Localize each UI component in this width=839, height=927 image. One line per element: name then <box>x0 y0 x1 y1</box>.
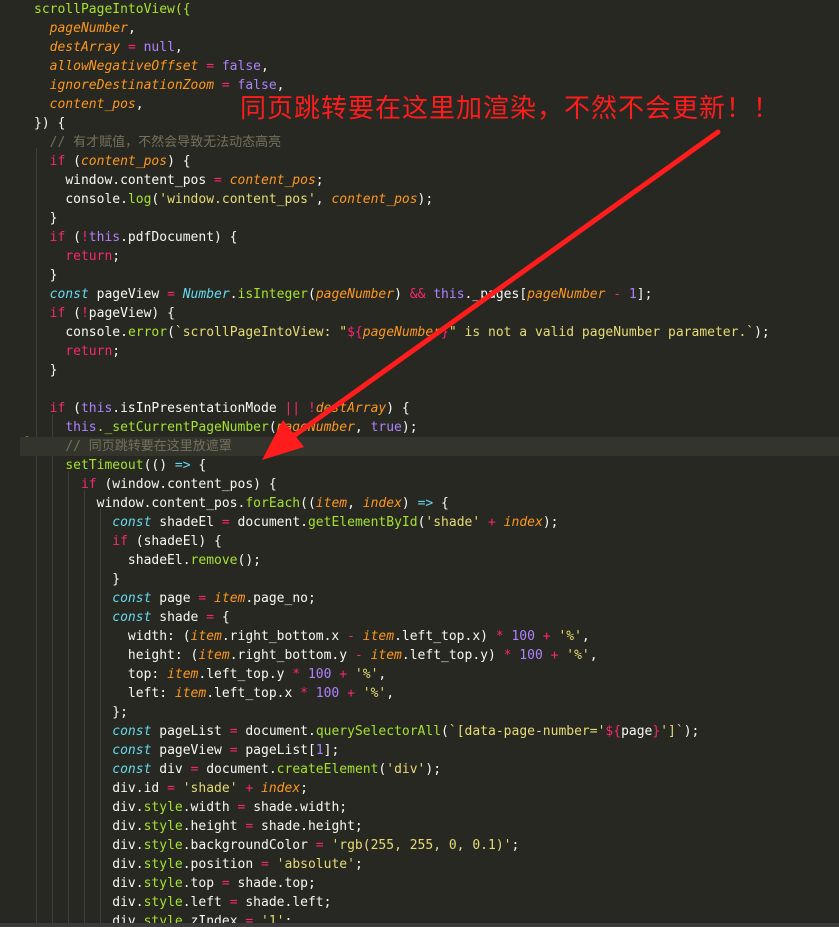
code-line: window.content_pos = content_pos; <box>65 173 324 188</box>
code-lines[interactable]: scrollPageIntoView({ pageNumber, destArr… <box>20 0 839 927</box>
code-line: height: (item.right_bottom.y - item.left… <box>127 648 598 663</box>
code-line: destArray = null, <box>49 40 183 55</box>
code-line: if (this.isInPresentationMode || !destAr… <box>49 401 410 416</box>
code-line: div.style.height = shade.height; <box>112 819 363 834</box>
code-line: setTimeout(() => { <box>65 458 207 473</box>
code-line: } <box>34 268 58 283</box>
code-line: return; <box>65 249 121 264</box>
annotation-text: 同页跳转要在这里加渲染，不然不会更新！！ <box>240 94 781 124</box>
code-line: } <box>34 211 58 226</box>
code-line: const page = item.page_no; <box>112 591 316 606</box>
code-line: const pageView = pageList[1]; <box>112 743 340 758</box>
code-line: const shade = { <box>112 610 230 625</box>
code-line: } <box>34 363 58 378</box>
code-line: if (shadeEl) { <box>112 534 222 549</box>
code-line: left: item.left_top.x * 100 + '%', <box>127 686 395 701</box>
editor-gutter <box>0 0 20 927</box>
code-line: div.id = 'shade' + index; <box>112 781 308 796</box>
code-line: shadeEl.remove(); <box>127 553 261 568</box>
code-line: }; <box>34 705 128 720</box>
code-line: return; <box>65 344 121 359</box>
code-line: const div = document.createElement('div'… <box>112 762 442 777</box>
code-line: if (window.content_pos) { <box>80 477 277 492</box>
code-line: if (!this.pdfDocument) { <box>49 230 238 245</box>
code-line: console.log('window.content_pos', conten… <box>65 192 434 207</box>
horizontal-scrollbar[interactable] <box>0 923 839 927</box>
code-line: pageNumber, <box>49 21 136 36</box>
code-line: top: item.left_top.y * 100 + '%', <box>127 667 387 682</box>
code-line: div.style.left = shade.left; <box>112 895 332 910</box>
code-line: allowNegativeOffset = false, <box>49 59 269 74</box>
code-line: div.style.top = shade.top; <box>112 876 316 891</box>
code-line: div.style.width = shade.width; <box>112 800 348 815</box>
code-line: div.style.backgroundColor = 'rgb(255, 25… <box>112 838 520 853</box>
code-editor[interactable]: scrollPageIntoView({ pageNumber, destArr… <box>0 0 839 927</box>
code-line: width: (item.right_bottom.x - item.left_… <box>127 629 590 644</box>
code-line: this._setCurrentPageNumber(pageNumber, t… <box>65 420 418 435</box>
code-line: if (!pageView) { <box>49 306 175 321</box>
code-line: scrollPageIntoView({ <box>34 2 191 17</box>
code-line: } <box>34 572 121 587</box>
code-line: const shadeEl = document.getElementById(… <box>112 515 559 530</box>
code-line: window.content_pos.forEach((item, index)… <box>96 496 449 511</box>
code-line-highlighted: // 同页跳转要在这里放遮罩 <box>20 437 839 456</box>
code-line: const pageView = Number.isInteger(pageNu… <box>49 287 653 302</box>
code-line: console.error(`scrollPageIntoView: "${pa… <box>65 325 770 340</box>
code-line: if (content_pos) { <box>49 154 191 169</box>
code-line: div.style.position = 'absolute'; <box>112 857 363 872</box>
code-line: // 有才赋值，不然会导致无法动态高亮 <box>49 135 282 150</box>
code-line: const pageList = document.querySelectorA… <box>112 724 700 739</box>
